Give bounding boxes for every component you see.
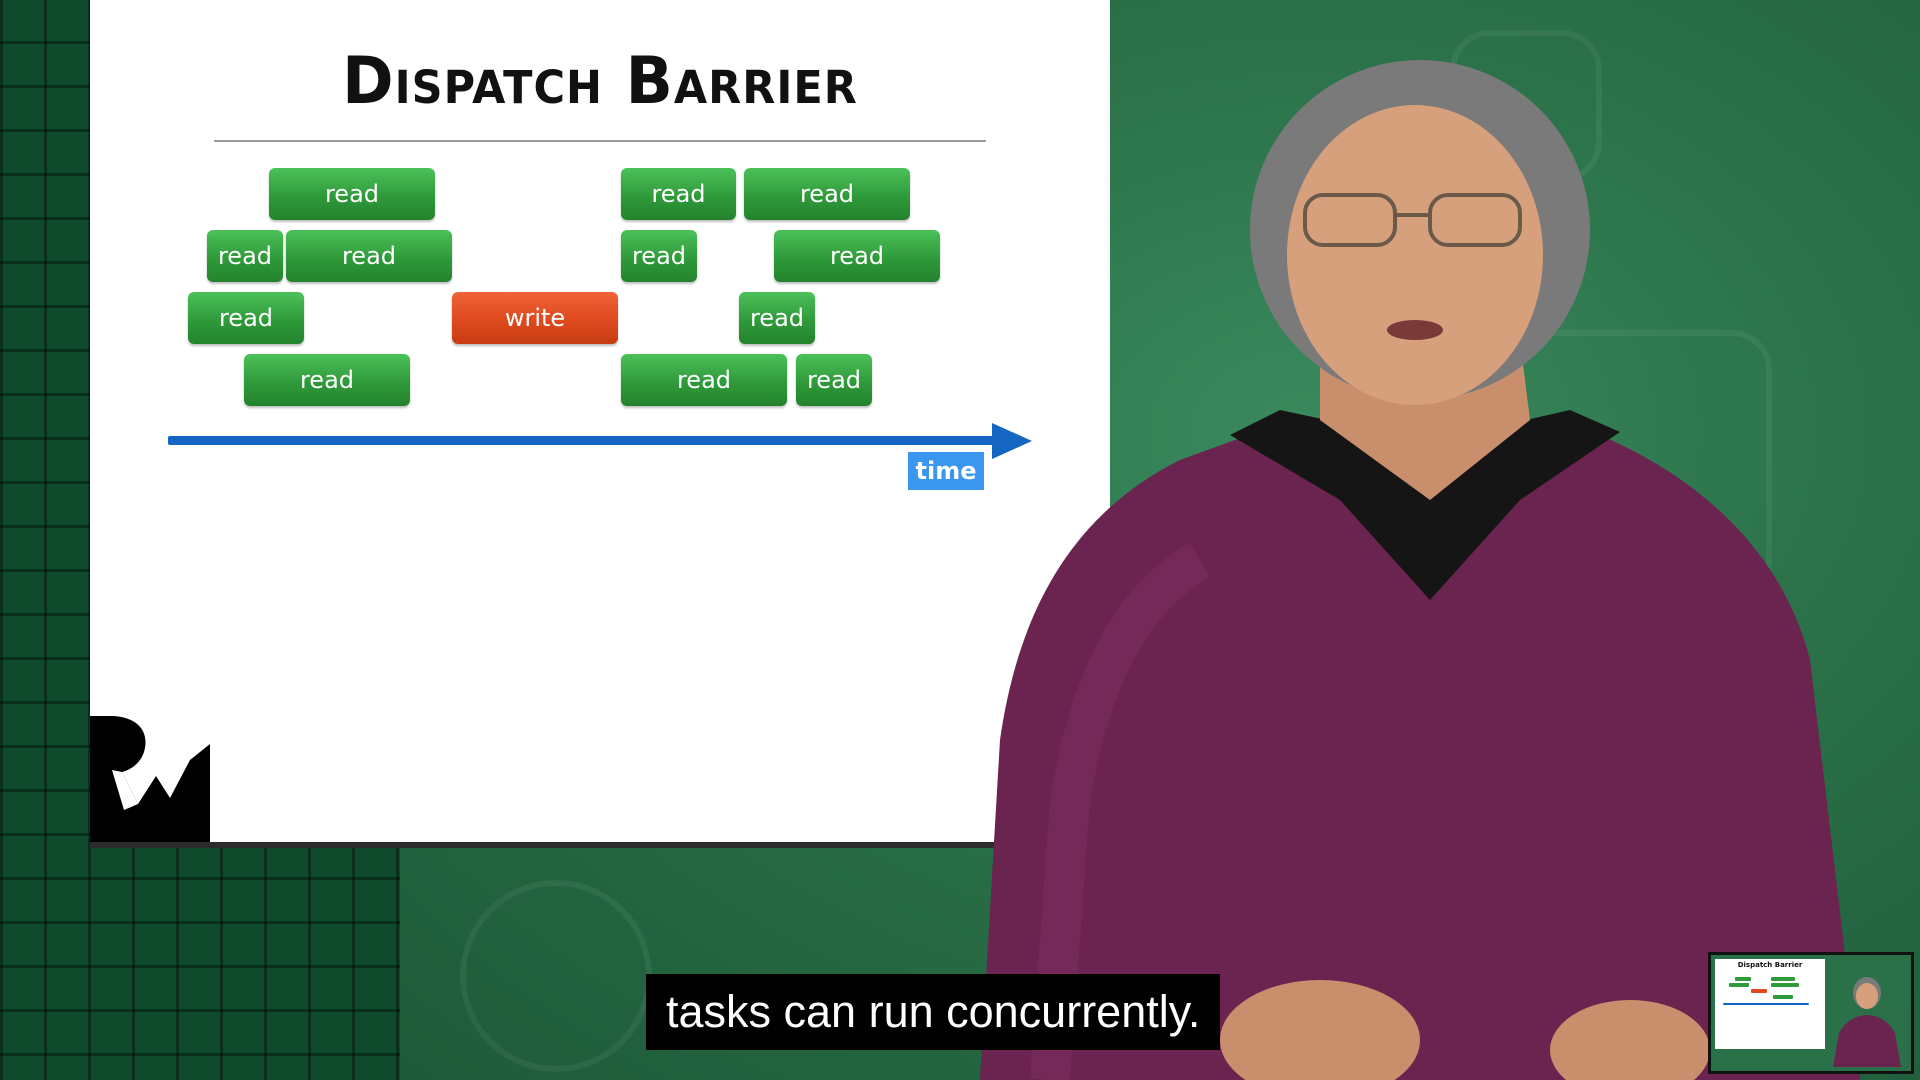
write-task: write <box>452 292 618 344</box>
pip-thumbnail[interactable]: Dispatch Barrier <box>1708 952 1914 1074</box>
subtitle-caption: tasks can run concurrently. <box>646 974 1221 1050</box>
read-task: read <box>244 354 410 406</box>
read-task: read <box>744 168 910 220</box>
read-task: read <box>207 230 283 282</box>
read-task: read <box>286 230 452 282</box>
read-task: read <box>621 230 697 282</box>
title-divider <box>214 140 986 142</box>
chalk-heart-icon <box>460 880 652 1072</box>
pip-read-bar <box>1773 995 1793 999</box>
pip-read-bar <box>1771 983 1799 987</box>
read-task: read <box>796 354 872 406</box>
rw-logo-icon <box>90 716 210 842</box>
presenter-video <box>980 60 1860 1080</box>
read-task: read <box>269 168 435 220</box>
pip-read-bar <box>1735 977 1751 981</box>
pip-read-bar <box>1771 977 1795 981</box>
read-task: read <box>774 230 940 282</box>
read-task: read <box>739 292 815 344</box>
pip-write-bar <box>1751 989 1767 993</box>
read-task: read <box>188 292 304 344</box>
timeline-arrow <box>168 436 1018 445</box>
pip-read-bar <box>1729 983 1749 987</box>
slide-title: Dispatch Barrier <box>342 42 858 119</box>
pip-slide-title: Dispatch Barrier <box>1737 961 1803 969</box>
pip-slide: Dispatch Barrier <box>1715 959 1825 1049</box>
read-task: read <box>621 168 736 220</box>
pip-presenter <box>1833 977 1901 1067</box>
pip-timeline <box>1723 1003 1809 1005</box>
read-task: read <box>621 354 787 406</box>
presentation-slide: Dispatch Barrier read read read read rea… <box>90 0 1110 842</box>
